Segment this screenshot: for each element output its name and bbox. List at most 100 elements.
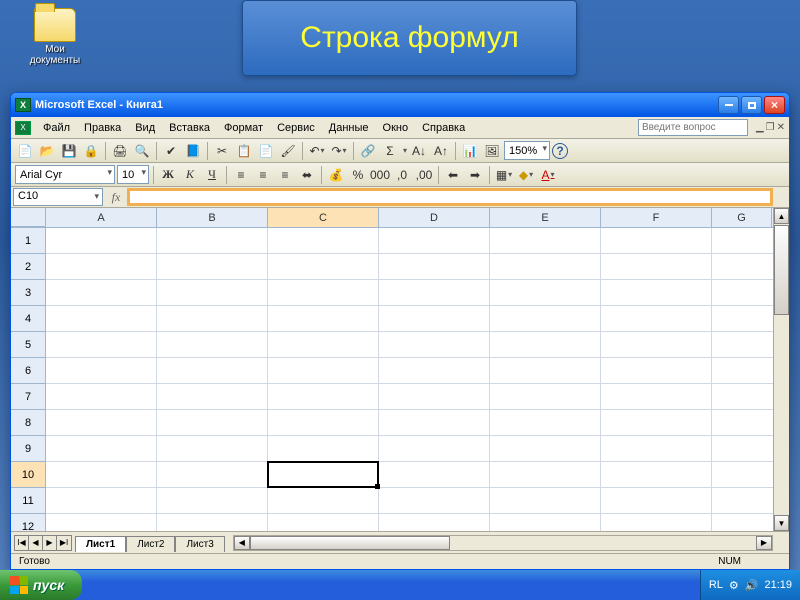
- new-icon[interactable]: 📄: [15, 141, 35, 161]
- tab-next-icon[interactable]: ▶: [43, 536, 57, 550]
- increase-indent-icon[interactable]: ➡: [465, 165, 485, 185]
- tab-last-icon[interactable]: ▶I: [57, 536, 71, 550]
- align-center-icon[interactable]: ≡: [253, 165, 273, 185]
- fill-handle[interactable]: [375, 484, 380, 489]
- font-color-icon[interactable]: A▾: [538, 165, 558, 185]
- scroll-left-icon[interactable]: ◀: [234, 536, 250, 550]
- doc-restore-button[interactable]: ❐: [766, 122, 775, 133]
- align-right-icon[interactable]: ≡: [275, 165, 295, 185]
- spelling-icon[interactable]: ✔: [161, 141, 181, 161]
- name-box[interactable]: C10: [13, 188, 103, 206]
- titlebar[interactable]: X Microsoft Excel - Книга1 ×: [11, 93, 789, 117]
- help-icon[interactable]: ?: [552, 143, 568, 159]
- sheet-tab-3[interactable]: Лист3: [175, 536, 224, 552]
- row-header[interactable]: 7: [11, 384, 46, 410]
- row-header[interactable]: 8: [11, 410, 46, 436]
- system-tray[interactable]: RL ⚙ 🔊 21:19: [700, 570, 800, 600]
- drawing-icon[interactable]: 🖼: [482, 141, 502, 161]
- currency-icon[interactable]: 💰: [326, 165, 346, 185]
- minimize-button[interactable]: [718, 96, 739, 114]
- font-combo[interactable]: Arial Cyr: [15, 165, 115, 184]
- redo-icon[interactable]: ↷▾: [329, 141, 349, 161]
- align-left-icon[interactable]: ≡: [231, 165, 251, 185]
- sheet-tab-1[interactable]: Лист1: [75, 536, 126, 552]
- scroll-thumb[interactable]: [774, 225, 789, 315]
- row-header[interactable]: 9: [11, 436, 46, 462]
- cell-grid[interactable]: [46, 228, 789, 531]
- menu-tools[interactable]: Сервис: [271, 120, 321, 136]
- permissions-icon[interactable]: 🔒: [81, 141, 101, 161]
- menu-window[interactable]: Окно: [377, 120, 415, 136]
- col-header[interactable]: F: [601, 208, 712, 227]
- merge-center-icon[interactable]: ⬌: [297, 165, 317, 185]
- row-header[interactable]: 6: [11, 358, 46, 384]
- print-preview-icon[interactable]: 🔍: [132, 141, 152, 161]
- tab-nav[interactable]: I◀ ◀ ▶ ▶I: [14, 535, 72, 551]
- menu-format[interactable]: Формат: [218, 120, 269, 136]
- active-cell[interactable]: [267, 461, 379, 488]
- percent-icon[interactable]: %: [348, 165, 368, 185]
- menu-edit[interactable]: Правка: [78, 120, 127, 136]
- scroll-up-icon[interactable]: ▲: [774, 208, 789, 224]
- thousands-icon[interactable]: 000: [370, 165, 390, 185]
- col-header[interactable]: C: [268, 208, 379, 227]
- save-icon[interactable]: 💾: [59, 141, 79, 161]
- help-search-input[interactable]: [638, 119, 748, 136]
- menu-help[interactable]: Справка: [416, 120, 471, 136]
- row-header[interactable]: 10: [11, 462, 46, 488]
- doc-close-button[interactable]: ✕: [777, 122, 785, 133]
- fill-color-icon[interactable]: ◆▾: [516, 165, 536, 185]
- scroll-thumb[interactable]: [250, 536, 450, 550]
- menu-view[interactable]: Вид: [129, 120, 161, 136]
- col-header[interactable]: G: [712, 208, 772, 227]
- increase-decimal-icon[interactable]: ,0: [392, 165, 412, 185]
- format-painter-icon[interactable]: 🖌: [278, 141, 298, 161]
- clock[interactable]: 21:19: [764, 579, 792, 591]
- language-indicator[interactable]: RL: [709, 579, 723, 591]
- zoom-combo[interactable]: 150%: [504, 141, 550, 160]
- print-icon[interactable]: 🖨: [110, 141, 130, 161]
- decrease-indent-icon[interactable]: ⬅: [443, 165, 463, 185]
- col-header[interactable]: D: [379, 208, 490, 227]
- row-header[interactable]: 5: [11, 332, 46, 358]
- cut-icon[interactable]: ✂: [212, 141, 232, 161]
- vertical-scrollbar[interactable]: ▲ ▼: [773, 208, 789, 531]
- row-header[interactable]: 12: [11, 514, 46, 531]
- desktop-icon-my-documents[interactable]: Мои документы: [25, 8, 85, 66]
- start-button[interactable]: пуск: [0, 570, 82, 600]
- autosum-icon[interactable]: Σ: [380, 141, 400, 161]
- maximize-button[interactable]: [741, 96, 762, 114]
- underline-button[interactable]: Ч: [202, 165, 222, 185]
- italic-button[interactable]: К: [180, 165, 200, 185]
- decrease-decimal-icon[interactable]: ,00: [414, 165, 434, 185]
- paste-icon[interactable]: 📄: [256, 141, 276, 161]
- row-header[interactable]: 2: [11, 254, 46, 280]
- font-size-combo[interactable]: 10: [117, 165, 149, 184]
- tray-icon[interactable]: ⚙: [729, 579, 739, 592]
- open-icon[interactable]: 📂: [37, 141, 57, 161]
- copy-icon[interactable]: 📋: [234, 141, 254, 161]
- horizontal-scrollbar[interactable]: ◀ ▶: [233, 535, 773, 551]
- fx-icon[interactable]: fx: [105, 187, 127, 207]
- scroll-right-icon[interactable]: ▶: [756, 536, 772, 550]
- row-header[interactable]: 1: [11, 228, 46, 254]
- col-header[interactable]: E: [490, 208, 601, 227]
- sheet-tab-2[interactable]: Лист2: [126, 536, 175, 552]
- select-all-corner[interactable]: [11, 208, 46, 227]
- doc-minimize-button[interactable]: ▁: [756, 122, 764, 133]
- row-header[interactable]: 3: [11, 280, 46, 306]
- autosum-dropdown[interactable]: ▾: [402, 146, 407, 155]
- undo-icon[interactable]: ↶▾: [307, 141, 327, 161]
- sort-asc-icon[interactable]: A↓: [409, 141, 429, 161]
- col-header[interactable]: B: [157, 208, 268, 227]
- tab-first-icon[interactable]: I◀: [15, 536, 29, 550]
- row-header[interactable]: 11: [11, 488, 46, 514]
- chart-icon[interactable]: 📊: [460, 141, 480, 161]
- excel-icon[interactable]: X: [15, 121, 31, 135]
- borders-icon[interactable]: ▦▾: [494, 165, 514, 185]
- menu-insert[interactable]: Вставка: [163, 120, 216, 136]
- scroll-down-icon[interactable]: ▼: [774, 515, 789, 531]
- research-icon[interactable]: 📘: [183, 141, 203, 161]
- bold-button[interactable]: Ж: [158, 165, 178, 185]
- row-header[interactable]: 4: [11, 306, 46, 332]
